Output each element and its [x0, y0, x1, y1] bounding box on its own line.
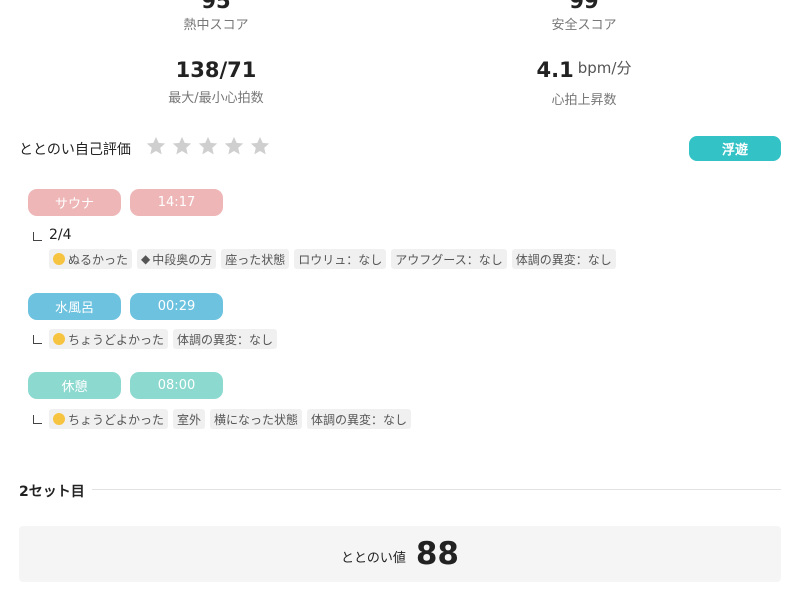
tag: 体調の異変：なし	[307, 409, 412, 429]
star-icon[interactable]	[197, 135, 219, 157]
layers-icon: ◆	[141, 252, 151, 266]
star-icon[interactable]	[145, 135, 167, 157]
tag: 体調の異変：なし	[511, 249, 616, 269]
self-rating-label: ととのい自己評価	[19, 142, 131, 158]
totonoi-score-value: 88	[415, 536, 459, 572]
heat-score-value: 95	[201, 0, 231, 13]
totonoi-score-box: ととのい値 88	[19, 526, 781, 582]
sauna-count: 2/4	[49, 227, 72, 243]
branch-line	[33, 232, 42, 241]
tag: 横になった状態	[210, 409, 303, 429]
sauna-time-pill: 14:17	[130, 189, 223, 216]
heat-score: 95 熱中スコア	[66, 0, 366, 34]
branch-line	[33, 335, 42, 344]
star-icon[interactable]	[171, 135, 193, 157]
tag: ぬるかった	[49, 249, 133, 269]
heart-rate-increase-unit: bpm/分	[577, 59, 632, 77]
rest-pill: 休憩	[28, 372, 121, 399]
tag: ◆ 中段奥の方	[137, 249, 217, 269]
tag: 座った状態	[221, 249, 290, 269]
tag: ロウリュ：なし	[294, 249, 387, 269]
totonoi-score-label: ととのい値	[340, 550, 406, 566]
tag: ちょうどよかった	[49, 329, 169, 349]
rest-time-pill: 08:00	[130, 372, 223, 399]
tag: 体調の異変：なし	[173, 329, 278, 349]
tag: ちょうどよかった	[49, 409, 169, 429]
heart-rate-range-value: 138/71	[175, 58, 257, 82]
safety-score: 99 安全スコア	[434, 0, 734, 34]
safety-score-label: 安全スコア	[551, 18, 617, 33]
water-bath-time-pill: 00:29	[130, 293, 223, 320]
heart-rate-increase-value: 4.1	[536, 58, 574, 82]
star-icon[interactable]	[249, 135, 271, 157]
float-badge: 浮遊	[689, 136, 781, 161]
water-bath-pill: 水風呂	[28, 293, 121, 320]
smile-face-icon	[53, 413, 65, 425]
sauna-tags: ぬるかった ◆ 中段奥の方 座った状態 ロウリュ：なし アウフグース：なし 体調の…	[49, 249, 616, 269]
heart-rate-range: 138/71 最大/最小心拍数	[66, 58, 366, 107]
branch-line	[33, 415, 42, 424]
sad-face-icon	[53, 253, 65, 265]
sauna-pill: サウナ	[28, 189, 121, 216]
tag: アウフグース：なし	[391, 249, 507, 269]
heart-rate-increase-label: 心拍上昇数	[551, 93, 617, 108]
tag: 室外	[173, 409, 206, 429]
safety-score-value: 99	[569, 0, 599, 13]
water-bath-tags: ちょうどよかった 体調の異変：なし	[49, 329, 278, 349]
heart-rate-increase: 4.1 bpm/分 心拍上昇数	[434, 58, 734, 109]
rest-tags: ちょうどよかった 室外 横になった状態 体調の異変：なし	[49, 409, 412, 429]
heart-rate-range-label: 最大/最小心拍数	[168, 91, 264, 106]
set-2-title: 2セット目	[19, 484, 85, 500]
star-rating[interactable]	[145, 135, 271, 161]
heat-score-label: 熱中スコア	[183, 18, 249, 33]
divider	[92, 489, 781, 490]
smile-face-icon	[53, 333, 65, 345]
star-icon[interactable]	[223, 135, 245, 157]
